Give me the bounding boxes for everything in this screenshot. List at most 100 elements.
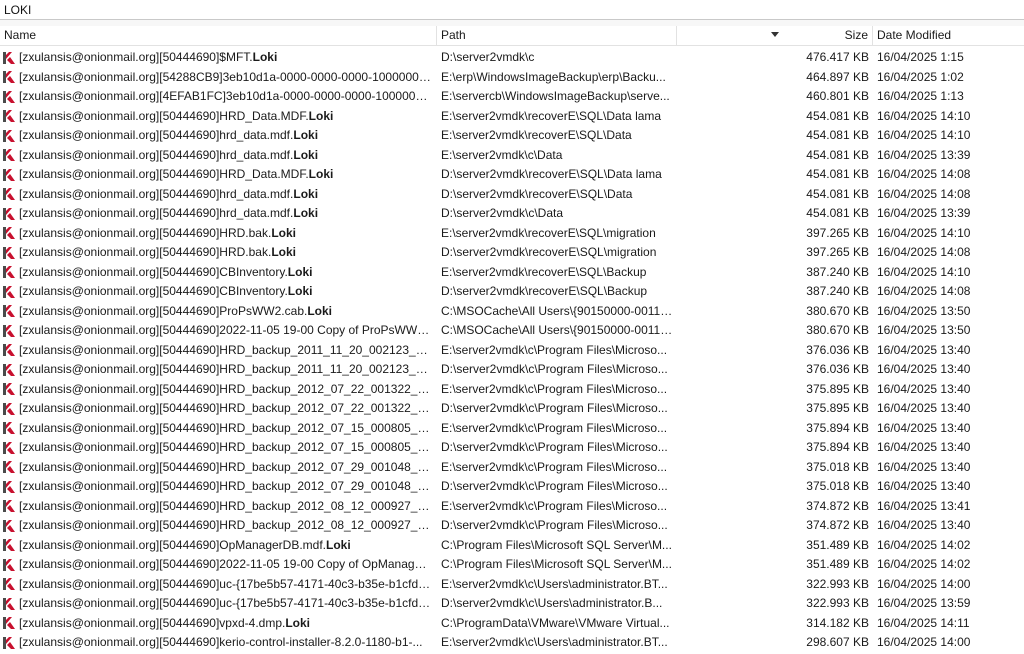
cell-name: [zxulansis@onionmail.org][50444690]2022-… xyxy=(0,321,437,341)
file-name-text: [zxulansis@onionmail.org][50444690]uc-{1… xyxy=(19,576,433,591)
column-header-path[interactable]: Path xyxy=(437,26,677,45)
file-name: [zxulansis@onionmail.org][50444690]HRD_b… xyxy=(19,399,433,419)
file-name: [zxulansis@onionmail.org][50444690]HRD_b… xyxy=(19,438,433,458)
table-row[interactable]: [zxulansis@onionmail.org][50444690]HRD_b… xyxy=(0,341,1024,361)
table-row[interactable]: [zxulansis@onionmail.org][50444690]HRD_D… xyxy=(0,165,1024,185)
file-name-text: [zxulansis@onionmail.org][50444690]HRD.b… xyxy=(19,245,272,259)
table-row[interactable]: [zxulansis@onionmail.org][50444690]$MFT.… xyxy=(0,48,1024,68)
cell-size: 387.240 KB xyxy=(806,284,869,298)
loki-file-icon xyxy=(3,383,15,396)
cell-name: [zxulansis@onionmail.org][4EFAB1FC]3eb10… xyxy=(0,87,437,107)
file-name: [zxulansis@onionmail.org][54288CB9]3eb10… xyxy=(19,68,433,88)
file-extension-text: Loki xyxy=(293,186,319,201)
file-name-text: [zxulansis@onionmail.org][50444690]2022-… xyxy=(19,323,433,337)
file-name-text: [zxulansis@onionmail.org][50444690]HRD_b… xyxy=(19,342,433,357)
table-row[interactable]: [zxulansis@onionmail.org][50444690]HRD_b… xyxy=(0,516,1024,536)
loki-file-icon xyxy=(3,266,15,279)
cell-name: [zxulansis@onionmail.org][50444690]HRD_b… xyxy=(0,438,437,458)
table-row[interactable]: [zxulansis@onionmail.org][50444690]OpMan… xyxy=(0,536,1024,556)
cell-size: 464.897 KB xyxy=(806,69,869,84)
table-row[interactable]: [zxulansis@onionmail.org][50444690]HRD_b… xyxy=(0,497,1024,517)
loki-file-icon xyxy=(3,71,15,84)
file-name-text: [zxulansis@onionmail.org][50444690]HRD_D… xyxy=(19,108,309,123)
cell-size: 375.895 KB xyxy=(806,401,869,415)
cell-size: 375.018 KB xyxy=(806,459,869,474)
search-input[interactable] xyxy=(0,0,608,19)
table-row[interactable]: [zxulansis@onionmail.org][50444690]HRD_b… xyxy=(0,399,1024,419)
file-extension-text: Loki xyxy=(252,50,278,64)
cell-date-modified: 16/04/2025 13:40 xyxy=(877,401,971,415)
file-name: [zxulansis@onionmail.org][50444690]HRD.b… xyxy=(19,224,296,244)
cell-path: E:\erp\WindowsImageBackup\erp\Backu... xyxy=(441,69,666,84)
loki-file-icon xyxy=(3,285,15,298)
table-row[interactable]: [zxulansis@onionmail.org][50444690]HRD_b… xyxy=(0,360,1024,380)
cell-path: E:\server2vmdk\c\Data xyxy=(441,147,563,162)
file-name: [zxulansis@onionmail.org][50444690]CBInv… xyxy=(19,282,312,302)
loki-file-icon xyxy=(3,344,15,357)
cell-path: D:\server2vmdk\c\Program Files\Microso..… xyxy=(441,401,668,415)
cell-path: D:\server2vmdk\c\Program Files\Microso..… xyxy=(441,362,668,376)
cell-path: E:\server2vmdk\recoverE\SQL\Data xyxy=(441,128,632,142)
table-row[interactable]: [zxulansis@onionmail.org][50444690]HRD_b… xyxy=(0,419,1024,439)
cell-name: [zxulansis@onionmail.org][50444690]kerio… xyxy=(0,633,437,653)
table-row[interactable]: [zxulansis@onionmail.org][50444690]hrd_d… xyxy=(0,185,1024,205)
table-row[interactable]: [zxulansis@onionmail.org][50444690]kerio… xyxy=(0,633,1024,653)
column-header-size-label: Size xyxy=(844,28,868,42)
table-row[interactable]: [zxulansis@onionmail.org][50444690]HRD_D… xyxy=(0,107,1024,127)
cell-date-modified: 16/04/2025 1:15 xyxy=(877,50,964,64)
cell-name: [zxulansis@onionmail.org][50444690]HRD_D… xyxy=(0,107,437,127)
cell-date-modified: 16/04/2025 14:08 xyxy=(877,245,971,259)
cell-name: [zxulansis@onionmail.org][50444690]HRD_b… xyxy=(0,399,437,419)
table-row[interactable]: [zxulansis@onionmail.org][50444690]ProPs… xyxy=(0,302,1024,322)
loki-file-icon xyxy=(3,539,15,552)
column-header-row: Name Path Size Date Modified xyxy=(0,26,1024,46)
table-row[interactable]: [zxulansis@onionmail.org][54288CB9]3eb10… xyxy=(0,68,1024,88)
file-name-text: [zxulansis@onionmail.org][50444690]HRD_b… xyxy=(19,459,433,474)
cell-name: [zxulansis@onionmail.org][50444690]HRD.b… xyxy=(0,243,437,263)
sort-descending-icon xyxy=(771,32,779,37)
file-name-text: [zxulansis@onionmail.org][50444690]uc-{1… xyxy=(19,596,433,610)
file-name: [zxulansis@onionmail.org][50444690]2022-… xyxy=(19,321,433,341)
cell-path: D:\server2vmdk\c xyxy=(441,50,535,64)
file-extension-text: Loki xyxy=(287,284,313,298)
table-row[interactable]: [zxulansis@onionmail.org][50444690]HRD_b… xyxy=(0,438,1024,458)
table-row[interactable]: [zxulansis@onionmail.org][50444690]uc-{1… xyxy=(0,594,1024,614)
table-row[interactable]: [zxulansis@onionmail.org][50444690]uc-{1… xyxy=(0,575,1024,595)
table-row[interactable]: [zxulansis@onionmail.org][50444690]HRD_b… xyxy=(0,380,1024,400)
table-row[interactable]: [zxulansis@onionmail.org][50444690]HRD_b… xyxy=(0,458,1024,478)
table-row[interactable]: [zxulansis@onionmail.org][50444690]CBInv… xyxy=(0,282,1024,302)
table-row[interactable]: [zxulansis@onionmail.org][50444690]HRD_b… xyxy=(0,477,1024,497)
column-header-date-modified[interactable]: Date Modified xyxy=(873,26,1024,45)
loki-file-icon xyxy=(3,246,15,259)
cell-date-modified: 16/04/2025 14:00 xyxy=(877,635,971,649)
cell-size: 397.265 KB xyxy=(806,225,869,240)
column-header-name[interactable]: Name xyxy=(0,26,437,45)
table-row[interactable]: [zxulansis@onionmail.org][50444690]vpxd-… xyxy=(0,614,1024,634)
loki-file-icon xyxy=(3,636,15,649)
file-name: [zxulansis@onionmail.org][4EFAB1FC]3eb10… xyxy=(19,87,433,107)
table-row[interactable]: [zxulansis@onionmail.org][50444690]HRD.b… xyxy=(0,243,1024,263)
cell-name: [zxulansis@onionmail.org][50444690]uc-{1… xyxy=(0,575,437,595)
table-row[interactable]: [zxulansis@onionmail.org][50444690]HRD.b… xyxy=(0,224,1024,244)
table-row[interactable]: [zxulansis@onionmail.org][4EFAB1FC]3eb10… xyxy=(0,87,1024,107)
table-row[interactable]: [zxulansis@onionmail.org][50444690]hrd_d… xyxy=(0,146,1024,166)
cell-size: 454.081 KB xyxy=(806,108,869,123)
cell-path: D:\server2vmdk\recoverE\SQL\Data lama xyxy=(441,167,662,181)
loki-file-icon xyxy=(3,461,15,474)
table-row[interactable]: [zxulansis@onionmail.org][50444690]2022-… xyxy=(0,321,1024,341)
file-name: [zxulansis@onionmail.org][50444690]HRD_b… xyxy=(19,516,433,536)
cell-path: E:\servercb\WindowsImageBackup\serve... xyxy=(441,89,670,103)
cell-path: D:\server2vmdk\c\Program Files\Microso..… xyxy=(441,479,668,493)
cell-date-modified: 16/04/2025 13:40 xyxy=(877,479,971,493)
cell-date-modified: 16/04/2025 13:39 xyxy=(877,206,971,220)
cell-size: 380.670 KB xyxy=(806,323,869,337)
table-row[interactable]: [zxulansis@onionmail.org][50444690]2022-… xyxy=(0,555,1024,575)
table-row[interactable]: [zxulansis@onionmail.org][50444690]CBInv… xyxy=(0,263,1024,283)
column-header-size[interactable]: Size xyxy=(677,26,873,45)
loki-file-icon xyxy=(3,90,15,103)
cell-date-modified: 16/04/2025 14:10 xyxy=(877,108,971,123)
table-row[interactable]: [zxulansis@onionmail.org][50444690]hrd_d… xyxy=(0,126,1024,146)
cell-name: [zxulansis@onionmail.org][50444690]vpxd-… xyxy=(0,614,437,634)
file-extension-text: Loki xyxy=(308,108,334,123)
table-row[interactable]: [zxulansis@onionmail.org][50444690]hrd_d… xyxy=(0,204,1024,224)
